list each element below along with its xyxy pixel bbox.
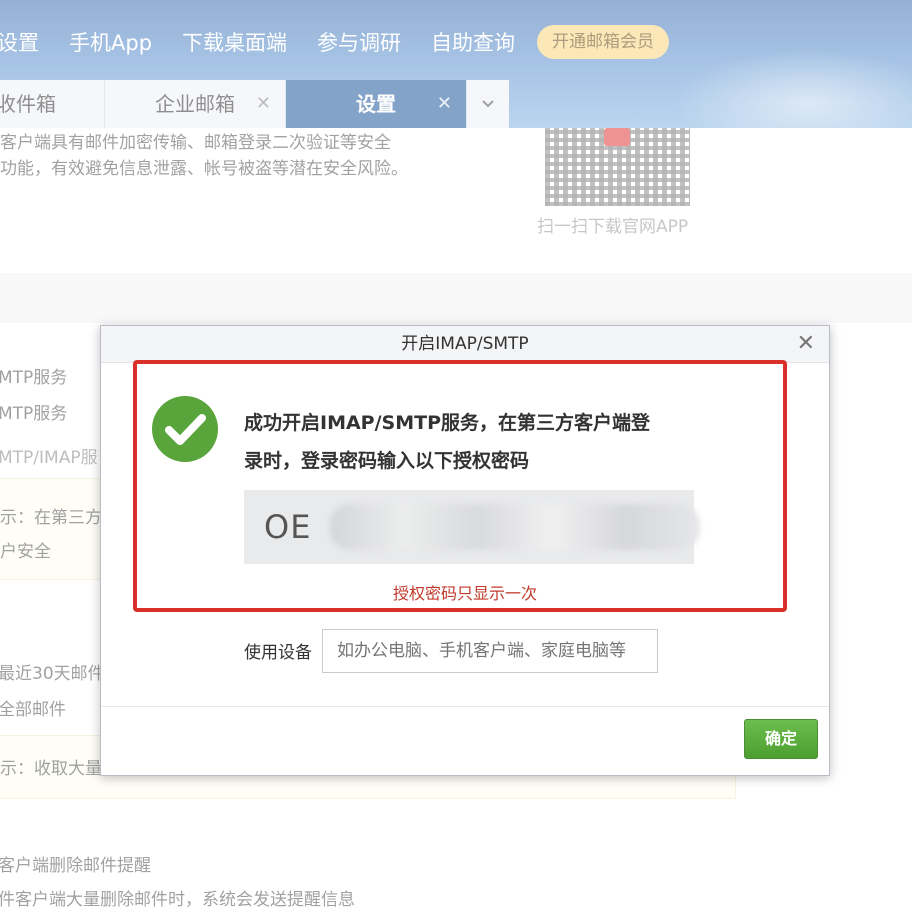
dialog-title: 开启IMAP/SMTP <box>401 334 529 354</box>
success-message-line1: 成功开启IMAP/SMTP服务，在第三方客户端登 <box>244 412 651 434</box>
check-icon <box>165 414 206 445</box>
auth-code-redaction <box>330 504 700 550</box>
highlight-box <box>133 360 787 612</box>
dialog-header: 开启IMAP/SMTP ✕ <box>101 326 829 363</box>
imap-smtp-dialog: 开启IMAP/SMTP ✕ 成功开启IMAP/SMTP服务，在第三方客户端登 录… <box>100 325 830 776</box>
auth-code-once-notice: 授权密码只显示一次 <box>392 584 537 603</box>
success-message: 成功开启IMAP/SMTP服务，在第三方客户端登 录时，登录密码输入以下授权密码 <box>244 404 714 480</box>
auth-code-text: OE <box>264 508 312 546</box>
device-input[interactable] <box>322 629 658 673</box>
ok-button[interactable]: 确定 <box>744 719 818 759</box>
close-icon[interactable]: ✕ <box>797 326 815 362</box>
device-label: 使用设备 <box>244 643 312 663</box>
dialog-divider <box>101 706 829 707</box>
success-badge <box>152 396 218 462</box>
success-message-line2: 录时，登录密码输入以下授权密码 <box>244 450 530 472</box>
auth-code-box: OE <box>244 490 700 564</box>
